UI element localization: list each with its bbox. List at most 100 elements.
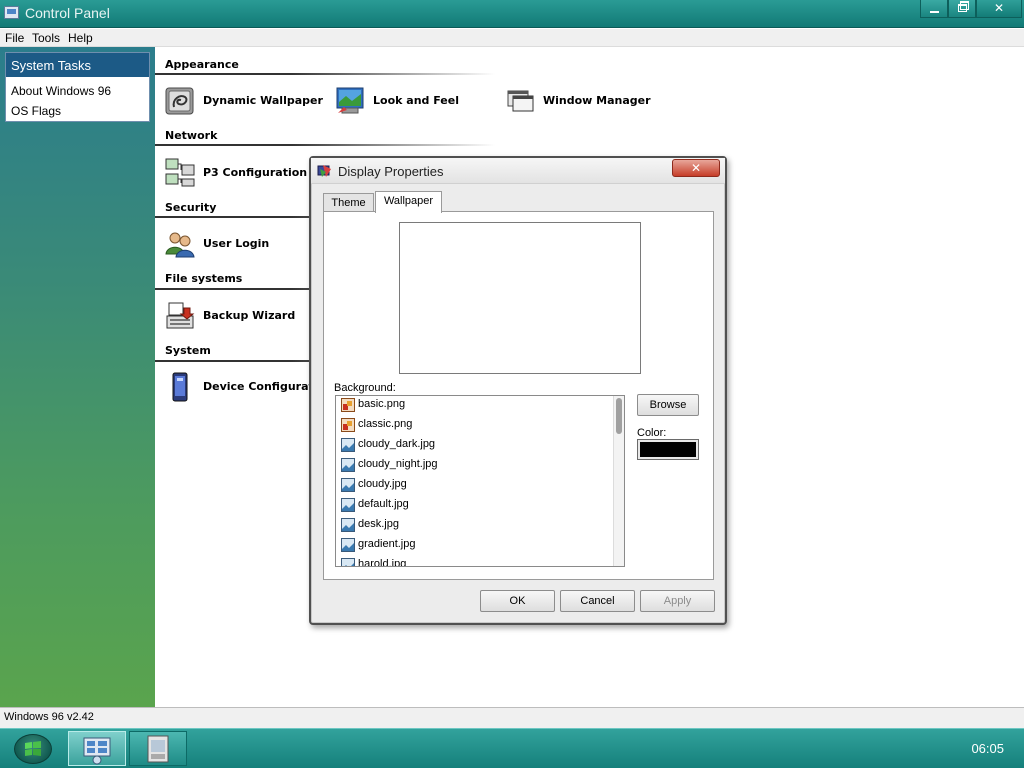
menu-bar: File Tools Help [0, 29, 1024, 47]
task-os-flags[interactable]: OS Flags [6, 101, 149, 121]
cancel-button[interactable]: Cancel [560, 590, 635, 612]
sidebar: System Tasks About Windows 96 OS Flags [0, 47, 155, 707]
window-titlebar[interactable]: Control Panel ✕ [0, 0, 1024, 28]
start-button[interactable] [14, 734, 52, 764]
list-item[interactable]: basic.png [341, 396, 611, 416]
applet-label: Dynamic Wallpaper [203, 94, 323, 107]
png-file-icon [341, 418, 355, 432]
list-item[interactable]: classic.png [341, 416, 611, 436]
applet-dynamic-wallpaper[interactable]: Dynamic Wallpaper [164, 85, 324, 119]
system-tasks-panel: System Tasks About Windows 96 OS Flags [5, 52, 150, 122]
category-appearance: Appearance [165, 58, 239, 71]
look-and-feel-icon [336, 87, 364, 114]
applet-look-and-feel[interactable]: Look and Feel [334, 85, 484, 119]
file-name: cloudy_dark.jpg [358, 438, 436, 450]
window-manager-icon [507, 90, 534, 112]
list-item[interactable]: default.jpg [341, 496, 611, 516]
jpg-file-icon [341, 478, 355, 492]
jpg-file-icon [341, 438, 355, 452]
applet-label: Backup Wizard [203, 309, 296, 322]
jpg-file-icon [341, 538, 355, 552]
applet-label: Look and Feel [373, 94, 459, 107]
list-item[interactable]: harold.jpg [341, 556, 611, 567]
jpg-file-icon [341, 558, 355, 566]
dynamic-wallpaper-icon [165, 87, 194, 115]
menu-tools[interactable]: Tools [32, 31, 60, 45]
control-panel-icon [4, 6, 19, 19]
close-icon: ✕ [993, 1, 1005, 15]
jpg-file-icon [341, 498, 355, 512]
start-logo-icon [25, 741, 41, 756]
category-security: Security [165, 201, 217, 214]
file-name: desk.jpg [358, 518, 399, 530]
category-system: System [165, 344, 211, 357]
status-bar: Windows 96 v2.42 [0, 707, 1024, 728]
clock: 06:05 [971, 741, 1004, 756]
dialog-close-button[interactable]: ✕ [672, 159, 720, 177]
applet-user-login[interactable]: User Login [164, 228, 314, 262]
background-label: Background: [334, 382, 396, 394]
restore-icon [958, 1, 969, 12]
file-name: gradient.jpg [358, 538, 416, 550]
display-properties-dialog: Display Properties ✕ Theme Wallpaper Bac… [309, 156, 727, 625]
jpg-file-icon [341, 458, 355, 472]
file-name: harold.jpg [358, 558, 407, 567]
file-name: cloudy_night.jpg [358, 458, 438, 470]
backup-icon [166, 302, 195, 329]
browse-button[interactable]: Browse [637, 394, 699, 416]
task-about-windows[interactable]: About Windows 96 [6, 81, 149, 101]
jpg-file-icon [341, 518, 355, 532]
dialog-title: Display Properties [338, 164, 444, 179]
background-file-list[interactable]: basic.png classic.png cloudy_dark.jpg cl… [335, 395, 625, 567]
list-item[interactable]: gradient.jpg [341, 536, 611, 556]
close-button[interactable]: ✕ [976, 0, 1022, 18]
applet-label: P3 Configuration [203, 166, 308, 179]
file-name: cloudy.jpg [358, 478, 407, 490]
menu-help[interactable]: Help [68, 31, 93, 45]
dialog-titlebar[interactable]: Display Properties ✕ [311, 158, 725, 184]
file-list-scrollbar[interactable] [613, 396, 624, 566]
window-title: Control Panel [25, 5, 110, 21]
control-panel-icon [83, 737, 111, 765]
list-item[interactable]: desk.jpg [341, 516, 611, 536]
tab-wallpaper[interactable]: Wallpaper [375, 191, 442, 213]
menu-file[interactable]: File [5, 31, 24, 45]
wallpaper-tab-panel: Background: basic.png classic.png cloudy… [323, 211, 714, 580]
close-icon: ✕ [690, 161, 702, 175]
taskbar-control-panel[interactable] [68, 731, 126, 766]
tab-theme[interactable]: Theme [323, 193, 374, 212]
file-name: default.jpg [358, 498, 409, 510]
color-swatch-fill [640, 442, 696, 457]
applet-label: Device Configuratio [203, 380, 326, 393]
apply-button[interactable]: Apply [640, 590, 715, 612]
applet-p3-configuration[interactable]: P3 Configuration [164, 157, 314, 191]
scrollbar-thumb[interactable] [616, 398, 622, 434]
color-label: Color: [637, 427, 667, 439]
taskbar: 06:05 [0, 728, 1024, 768]
display-properties-icon [317, 165, 331, 177]
applet-device-configuration[interactable]: Device Configuratio [164, 371, 325, 405]
file-name: classic.png [358, 418, 413, 430]
list-item[interactable]: cloudy_dark.jpg [341, 436, 611, 456]
users-icon [165, 232, 195, 258]
category-divider [155, 144, 495, 146]
display-properties-icon [147, 735, 169, 763]
network-computers-icon [165, 158, 195, 187]
restore-button[interactable] [948, 0, 976, 18]
applet-window-manager[interactable]: Window Manager [504, 85, 664, 119]
category-file-systems: File systems [165, 272, 243, 285]
ok-button[interactable]: OK [480, 590, 555, 612]
applet-backup-wizard[interactable]: Backup Wizard [164, 300, 314, 334]
applet-label: Window Manager [543, 94, 651, 107]
wallpaper-preview [399, 222, 641, 374]
category-network: Network [165, 129, 218, 142]
applet-label: User Login [203, 237, 270, 250]
list-item[interactable]: cloudy.jpg [341, 476, 611, 496]
category-divider [155, 73, 495, 75]
list-item[interactable]: cloudy_night.jpg [341, 456, 611, 476]
minimize-button[interactable] [920, 0, 948, 18]
file-name: basic.png [358, 398, 406, 410]
color-picker[interactable] [637, 439, 699, 460]
status-text: Windows 96 v2.42 [4, 711, 94, 723]
taskbar-display-properties[interactable] [129, 731, 187, 766]
